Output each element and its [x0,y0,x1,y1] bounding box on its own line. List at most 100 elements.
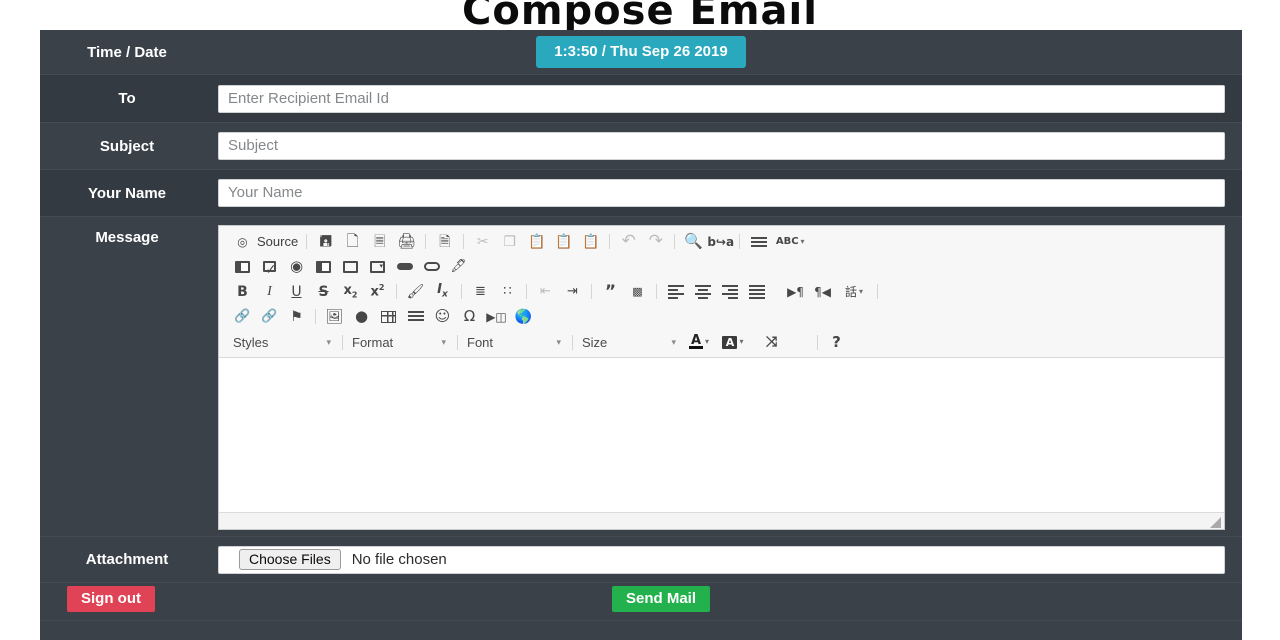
subscript-icon[interactable]: x2 [337,281,364,303]
flash-icon[interactable]: ● [348,306,375,328]
format-dropdown[interactable]: Format ▾ [348,332,452,352]
unlink-icon[interactable]: 🔗 [256,306,283,328]
form-icon[interactable] [229,256,256,278]
numbered-list-icon[interactable]: ≣ [467,281,494,303]
copy-icon[interactable]: ❐ [496,231,523,253]
message-editing-area[interactable] [219,358,1224,512]
div-container-icon[interactable]: ▩ [624,281,651,303]
show-blocks-button[interactable]: ⑓ [785,331,812,353]
sign-out-button[interactable]: Sign out [67,586,155,612]
source-icon[interactable]: ◎ [229,231,256,253]
chevron-down-icon: ▾ [671,337,682,348]
justify-icon[interactable] [743,281,770,303]
underline-icon[interactable]: U [283,281,310,303]
paste-icon[interactable]: 📋 [523,231,550,253]
special-character-icon[interactable]: Ω [456,306,483,328]
chevron-down-icon: ▾ [441,337,452,348]
message-field: ◎ Source 🖪 🗋 🗏 🖨 🗎 ✂ ❐ 📋 📋 📋 ↶ ↷ 🔍 b↪a A… [218,217,1242,530]
table-icon[interactable] [375,306,402,328]
your-name-input[interactable] [218,179,1225,207]
bold-icon[interactable]: B [229,281,256,303]
align-left-icon[interactable] [662,281,689,303]
cut-icon[interactable]: ✂ [469,231,496,253]
radio-button-icon[interactable]: ◉ [283,256,310,278]
toolbar-row-insert: 🔗 🔗 ⚑ 🖼 ● ☺ Ω ▶◫ 🌎 [221,304,1222,329]
link-icon[interactable]: 🔗 [229,306,256,328]
increase-indent-icon[interactable]: ⇥ [559,281,586,303]
maximize-button[interactable]: ⤨ [758,331,785,353]
actions-row: Sign out Send Mail [40,583,1242,621]
select-all-icon[interactable] [745,231,772,253]
page-break-icon[interactable]: ▶◫ [483,306,510,328]
toolbar-separator [396,284,397,299]
horizontal-rule-icon[interactable] [402,306,429,328]
align-center-icon[interactable] [689,281,716,303]
anchor-icon[interactable]: ⚑ [283,306,310,328]
undo-icon[interactable]: ↶ [615,231,642,253]
font-dropdown[interactable]: Font ▾ [463,332,567,352]
subject-label: Subject [40,138,218,155]
background-color-button[interactable]: A ▾ [716,331,750,353]
to-label: To [40,90,218,107]
text-direction-rtl-icon[interactable]: ¶◀ [809,281,836,303]
redo-icon[interactable]: ↷ [642,231,669,253]
text-direction-ltr-icon[interactable]: ▶¶ [782,281,809,303]
remove-format-icon[interactable]: Ix [429,281,456,303]
background-color-letter: A [722,336,737,349]
toolbar-row-document: ◎ Source 🖪 🗋 🗏 🖨 🗎 ✂ ❐ 📋 📋 📋 ↶ ↷ 🔍 b↪a A… [221,229,1222,254]
toolbar-separator [656,284,657,299]
find-icon[interactable]: 🔍 [680,231,707,253]
templates-icon[interactable]: 🗎 [431,231,458,253]
replace-icon[interactable]: b↪a [707,231,734,253]
language-icon[interactable]: 話 ▾ [836,281,872,303]
size-dropdown[interactable]: Size ▾ [578,332,682,352]
spell-check-icon[interactable]: ABC ▾ [772,231,808,253]
editor-toolbar: ◎ Source 🖪 🗋 🗏 🖨 🗎 ✂ ❐ 📋 📋 📋 ↶ ↷ 🔍 b↪a A… [219,226,1224,358]
toolbar-separator [609,234,610,249]
print-icon[interactable]: 🖨 [393,231,420,253]
subject-input[interactable] [218,132,1225,160]
attachment-field: Choose Files No file chosen [218,546,1242,574]
decrease-indent-icon[interactable]: ⇤ [532,281,559,303]
button-icon[interactable] [391,256,418,278]
styles-dropdown[interactable]: Styles ▾ [229,332,337,352]
italic-icon[interactable]: I [256,281,283,303]
paste-from-word-icon[interactable]: 📋 [577,231,604,253]
preview-icon[interactable]: 🗏 [366,231,393,253]
file-input[interactable]: Choose Files No file chosen [218,546,1225,574]
textarea-icon[interactable] [337,256,364,278]
iframe-icon[interactable]: 🌎 [510,306,537,328]
copy-formatting-icon[interactable]: 🖌 [402,281,429,303]
selection-field-icon[interactable]: ▾ [364,256,391,278]
image-button-icon[interactable] [418,256,445,278]
resize-grip-icon[interactable] [1210,517,1221,528]
strikethrough-icon[interactable]: S [310,281,337,303]
time-date-row: Time / Date 1:3:50 / Thu Sep 26 2019 [40,30,1242,75]
blockquote-icon[interactable]: ” [597,281,624,303]
hidden-field-icon[interactable]: 🖋 [445,256,472,278]
toolbar-separator [342,335,343,350]
save-icon[interactable]: 🖪 [312,231,339,253]
smiley-icon[interactable]: ☺ [429,306,456,328]
rich-text-editor: ◎ Source 🖪 🗋 🗏 🖨 🗎 ✂ ❐ 📋 📋 📋 ↶ ↷ 🔍 b↪a A… [218,225,1225,530]
source-label[interactable]: Source [256,234,301,249]
send-mail-button[interactable]: Send Mail [612,586,710,612]
bulleted-list-icon[interactable]: ∷ [494,281,521,303]
toolbar-separator [817,335,818,350]
to-input[interactable] [218,85,1225,113]
new-page-icon[interactable]: 🗋 [339,231,366,253]
align-right-icon[interactable] [716,281,743,303]
attachment-row: Attachment Choose Files No file chosen [40,537,1242,583]
toolbar-separator [591,284,592,299]
choose-files-button[interactable]: Choose Files [239,549,341,570]
your-name-label: Your Name [40,185,218,202]
size-dropdown-label: Size [578,335,607,350]
text-color-button[interactable]: A ▾ [682,331,716,353]
image-icon[interactable]: 🖼 [321,306,348,328]
text-field-icon[interactable] [310,256,337,278]
compose-form-panel: Time / Date 1:3:50 / Thu Sep 26 2019 To … [40,30,1242,640]
checkbox-icon[interactable]: ✓ [256,256,283,278]
about-button[interactable]: ? [823,331,850,353]
superscript-icon[interactable]: x2 [364,281,391,303]
paste-as-text-icon[interactable]: 📋 [550,231,577,253]
